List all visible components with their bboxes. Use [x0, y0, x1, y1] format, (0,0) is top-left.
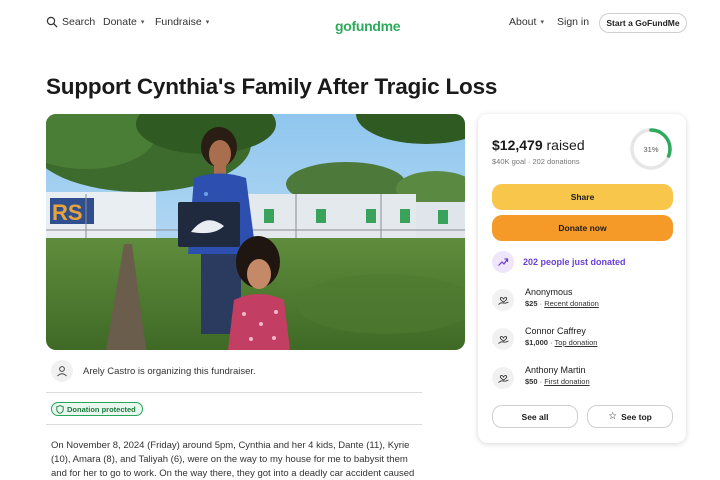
- trending-up-icon: [492, 251, 514, 273]
- donor-amount: $1,000: [525, 338, 548, 347]
- search-icon: [46, 16, 58, 28]
- fundraise-menu[interactable]: Fundraise ▾: [155, 16, 209, 28]
- search-link[interactable]: Search: [46, 16, 95, 28]
- divider: [46, 424, 422, 425]
- top-nav: Search Donate ▾ Fundraise ▾ gofundme Abo…: [0, 0, 720, 44]
- share-label: Share: [570, 192, 595, 202]
- star-icon: ☆: [608, 411, 618, 422]
- organizer-text: Arely Castro is organizing this fundrais…: [83, 366, 256, 377]
- donor-item: Connor Caffrey $1,000 · Top donation: [492, 325, 597, 350]
- donate-now-button[interactable]: Donate now: [492, 215, 673, 241]
- start-gofundme-label: Start a GoFundMe: [606, 18, 680, 28]
- fundraise-menu-label: Fundraise: [155, 16, 202, 28]
- raised-amount: $12,479: [492, 137, 543, 153]
- donor-amount: $25: [525, 299, 538, 308]
- see-all-button[interactable]: See all: [492, 405, 578, 428]
- donor-name: Anonymous: [525, 287, 573, 297]
- donation-protected-badge[interactable]: Donation protected: [51, 402, 143, 416]
- see-top-button[interactable]: ☆ See top: [587, 405, 673, 428]
- signin-label: Sign in: [557, 16, 590, 28]
- shield-icon: [56, 404, 64, 414]
- goal-summary: $40K goal · 202 donations: [492, 157, 580, 166]
- user-icon: [57, 366, 67, 377]
- donor-tag-link[interactable]: Top donation: [554, 338, 597, 347]
- heart-hand-icon: [492, 328, 514, 350]
- start-gofundme-button[interactable]: Start a GoFundMe: [599, 13, 687, 33]
- amount-raised: $12,479 raised: [492, 137, 585, 153]
- gofundme-logo[interactable]: gofundme: [335, 12, 401, 34]
- donor-tag-link[interactable]: First donation: [544, 377, 589, 386]
- chevron-down-icon: ▾: [205, 19, 210, 26]
- fundraiser-photo[interactable]: RS: [46, 114, 465, 350]
- progress-label: 31%: [643, 145, 658, 154]
- heart-hand-icon: [492, 367, 514, 389]
- donor-meta: $25 · Recent donation: [525, 299, 599, 308]
- about-menu[interactable]: About ▾: [509, 16, 544, 28]
- donor-tag-link[interactable]: Recent donation: [544, 299, 599, 308]
- donor-meta: $1,000 · Top donation: [525, 338, 598, 347]
- donation-card: $12,479 raised $40K goal · 202 donations…: [478, 114, 686, 443]
- donor-meta: $50 · First donation: [525, 377, 590, 386]
- progress-ring: 31%: [630, 128, 672, 170]
- raised-suffix: raised: [542, 137, 585, 153]
- story-text: On November 8, 2024 (Friday) around 5pm,…: [51, 440, 415, 479]
- about-menu-label: About: [509, 16, 537, 28]
- donate-menu-label: Donate: [103, 16, 137, 28]
- divider: [46, 392, 422, 393]
- donor-name: Connor Caffrey: [525, 326, 586, 336]
- donor-name: Anthony Martin: [525, 365, 586, 375]
- svg-text:RS: RS: [52, 200, 83, 225]
- see-all-label: See all: [521, 411, 549, 422]
- donor-amount: $50: [525, 377, 538, 386]
- chevron-down-icon: ▾: [140, 19, 145, 26]
- recent-donations-text: 202 people just donated: [523, 257, 626, 267]
- search-label: Search: [62, 16, 96, 28]
- recent-donations-banner: 202 people just donated: [492, 251, 626, 273]
- donor-item: Anonymous $25 · Recent donation: [492, 286, 599, 311]
- donation-protected-label: Donation protected: [67, 404, 136, 414]
- donate-now-label: Donate now: [558, 223, 607, 233]
- chevron-down-icon: ▾: [540, 19, 544, 26]
- see-top-label: See top: [621, 411, 652, 422]
- signin-link[interactable]: Sign in: [557, 16, 589, 28]
- donate-menu[interactable]: Donate ▾: [103, 16, 144, 28]
- donor-item: Anthony Martin $50 · First donation: [492, 364, 590, 389]
- heart-hand-icon: [492, 289, 514, 311]
- page-title: Support Cynthia's Family After Tragic Lo…: [46, 74, 498, 99]
- organizer-avatar[interactable]: [51, 360, 73, 382]
- share-button[interactable]: Share: [492, 184, 673, 210]
- fundraiser-photo-image: RS: [46, 114, 465, 350]
